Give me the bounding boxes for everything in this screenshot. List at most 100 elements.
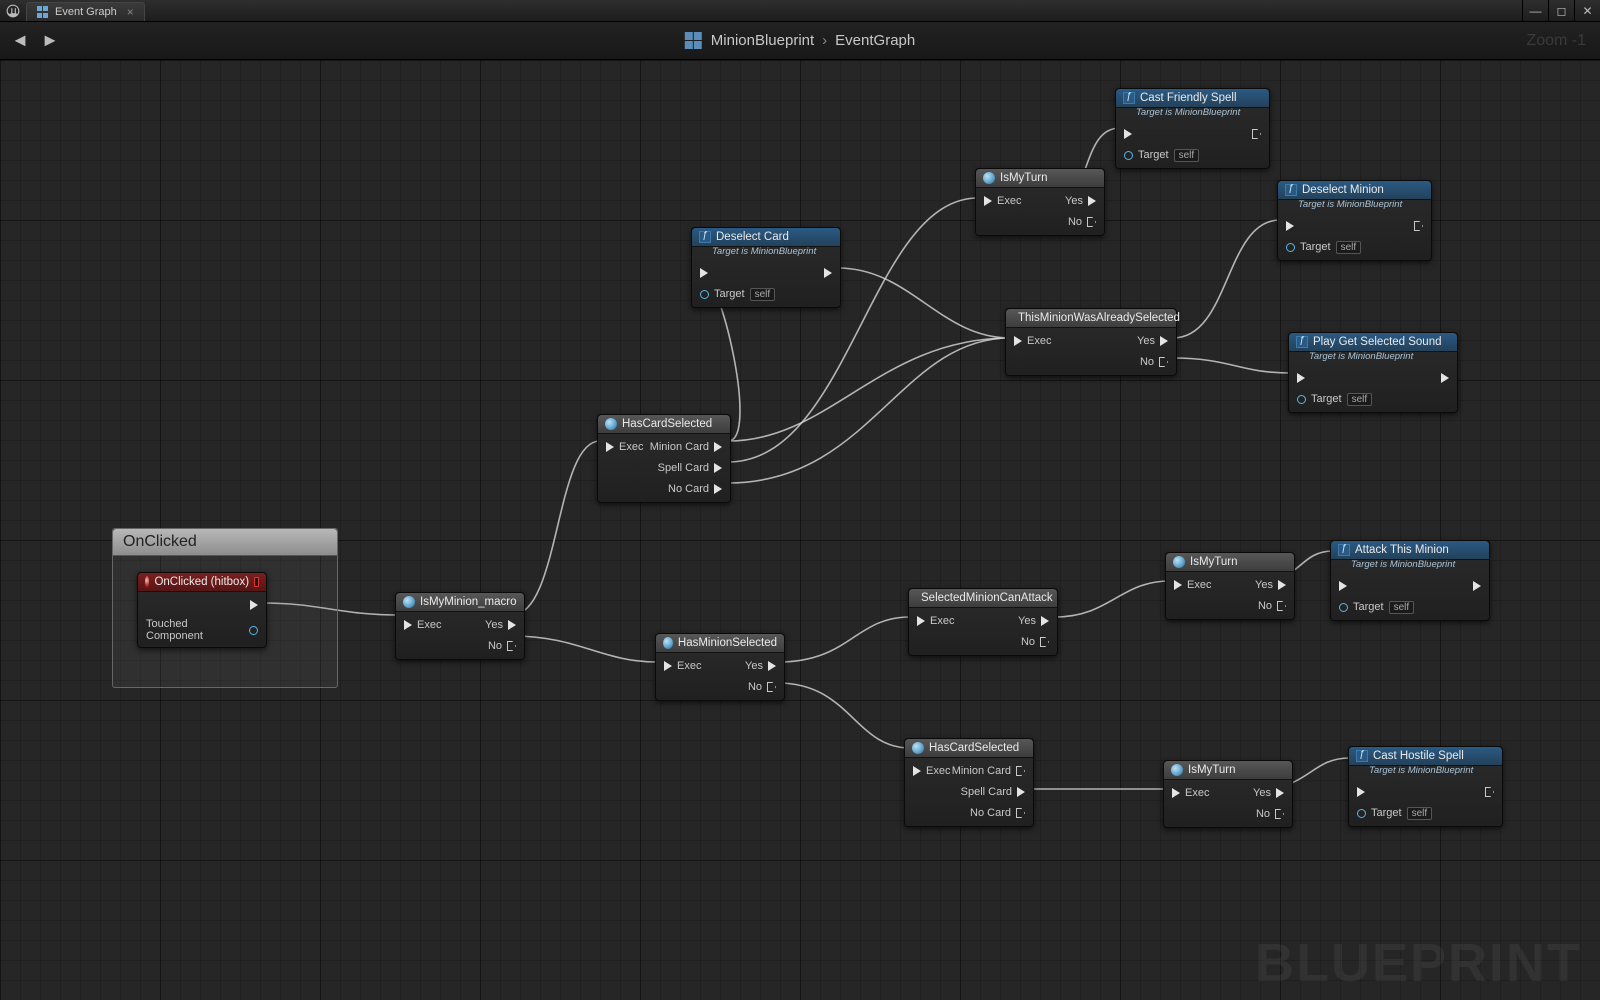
back-button[interactable]: ◄ [8,29,32,53]
window-buttons: — ◻ ✕ [1522,0,1600,21]
node-deselect-card[interactable]: Deselect Card Target is MinionBlueprint … [691,227,841,308]
close-icon[interactable]: × [127,5,134,19]
graph-icon [685,32,703,50]
exec-in-pin[interactable] [1357,787,1365,797]
function-icon [1296,336,1308,348]
node-selcanattack[interactable]: SelectedMinionCanAttack Exec Yes No [908,588,1058,656]
exec-out-pin[interactable] [1252,129,1261,139]
no-pin[interactable]: No [1140,356,1168,368]
delegate-pin[interactable] [254,577,259,587]
minimize-button[interactable]: — [1522,0,1548,21]
exec-in-pin[interactable] [1297,373,1305,383]
exec-out-pin[interactable] [824,268,832,278]
spellcard-pin[interactable]: Spell Card [658,462,722,474]
yes-pin[interactable]: Yes [485,619,516,631]
node-attack-this[interactable]: Attack This Minion Target is MinionBluep… [1330,540,1490,621]
breadcrumb: MinionBlueprint › EventGraph [685,32,915,50]
nocard-pin[interactable]: No Card [970,807,1025,819]
macro-icon [1171,764,1183,776]
exec-in-pin[interactable]: Exec [606,441,643,453]
node-onclicked[interactable]: OnClicked (hitbox) Touched Component [137,572,267,648]
exec-out-pin[interactable] [1485,787,1494,797]
chevron-icon: › [822,32,827,49]
nocard-pin[interactable]: No Card [668,483,722,495]
exec-out-pin[interactable] [1473,581,1481,591]
event-icon [145,576,149,588]
yes-pin[interactable]: Yes [745,660,776,672]
toolbar: ◄ ► MinionBlueprint › EventGraph Zoom -1 [0,22,1600,60]
target-pin[interactable]: Targetself [1339,601,1414,614]
yes-pin[interactable]: Yes [1253,787,1284,799]
node-title: OnClicked (hitbox) [138,573,266,592]
macro-icon [912,742,924,754]
breadcrumb-blueprint[interactable]: MinionBlueprint [711,32,814,49]
yes-pin[interactable]: Yes [1137,335,1168,347]
node-hasminionselected[interactable]: HasMinionSelected Exec Yes No [655,633,785,701]
exec-out-pin[interactable] [250,600,258,610]
function-icon [1338,544,1350,556]
function-icon [699,231,711,243]
node-ismyturn-1[interactable]: IsMyTurn Exec Yes No [975,168,1105,236]
touched-pin[interactable]: Touched Component [146,618,258,642]
watermark: BLUEPRINT [1255,932,1582,994]
no-pin[interactable]: No [748,681,776,693]
macro-icon [983,172,995,184]
macro-icon [605,418,617,430]
graph-canvas[interactable]: OnClicked OnClicked (hitbox) Touched Com… [0,60,1600,1000]
exec-in-pin[interactable]: Exec [404,619,441,631]
node-cast-friendly[interactable]: Cast Friendly Spell Target is MinionBlue… [1115,88,1270,169]
no-pin[interactable]: No [1068,216,1096,228]
ue-logo-icon [0,0,26,21]
node-ismyturn-3[interactable]: IsMyTurn Exec Yes No [1163,760,1293,828]
minioncard-pin[interactable]: Minion Card [952,765,1025,777]
exec-in-pin[interactable] [700,268,708,278]
node-this-already[interactable]: ThisMinionWasAlreadySelected Exec Yes No [1005,308,1177,376]
macro-icon [1173,556,1185,568]
yes-pin[interactable]: Yes [1065,195,1096,207]
node-deselect-minion[interactable]: Deselect Minion Target is MinionBlueprin… [1277,180,1432,261]
no-pin[interactable]: No [1256,808,1284,820]
close-button[interactable]: ✕ [1574,0,1600,21]
exec-in-pin[interactable]: Exec [913,765,950,777]
function-icon [1123,92,1135,104]
exec-in-pin[interactable]: Exec [1174,579,1211,591]
zoom-level: Zoom -1 [1526,32,1586,50]
node-ismyminion[interactable]: IsMyMinion_macro Exec Yes No [395,592,525,660]
function-icon [1285,184,1297,196]
yes-pin[interactable]: Yes [1018,615,1049,627]
exec-out-pin[interactable] [1414,221,1423,231]
target-pin[interactable]: Targetself [1297,393,1372,406]
target-pin[interactable]: Targetself [1357,807,1432,820]
forward-button[interactable]: ► [38,29,62,53]
breadcrumb-graph[interactable]: EventGraph [835,32,915,49]
graph-icon [37,6,49,18]
exec-in-pin[interactable]: Exec [664,660,701,672]
target-pin[interactable]: Targetself [1286,241,1361,254]
macro-icon [403,596,415,608]
node-ismyturn-2[interactable]: IsMyTurn Exec Yes No [1165,552,1295,620]
exec-in-pin[interactable] [1286,221,1294,231]
no-pin[interactable]: No [1021,636,1049,648]
exec-out-pin[interactable] [1441,373,1449,383]
node-play-sound[interactable]: Play Get Selected Sound Target is Minion… [1288,332,1458,413]
node-hascardselected-2[interactable]: HasCardSelected Exec Minion Card Spell C… [904,738,1034,827]
comment-title: OnClicked [113,529,337,556]
exec-in-pin[interactable]: Exec [917,615,954,627]
exec-in-pin[interactable]: Exec [984,195,1021,207]
spellcard-pin[interactable]: Spell Card [961,786,1025,798]
target-pin[interactable]: Targetself [1124,149,1199,162]
exec-in-pin[interactable]: Exec [1014,335,1051,347]
exec-in-pin[interactable] [1339,581,1347,591]
yes-pin[interactable]: Yes [1255,579,1286,591]
titlebar: Event Graph × — ◻ ✕ [0,0,1600,22]
maximize-button[interactable]: ◻ [1548,0,1574,21]
no-pin[interactable]: No [488,640,516,652]
tab-event-graph[interactable]: Event Graph × [26,2,145,21]
no-pin[interactable]: No [1258,600,1286,612]
node-hascardselected-1[interactable]: HasCardSelected Exec Minion Card Spell C… [597,414,731,503]
minioncard-pin[interactable]: Minion Card [650,441,722,453]
exec-in-pin[interactable]: Exec [1172,787,1209,799]
target-pin[interactable]: Targetself [700,288,775,301]
node-cast-hostile[interactable]: Cast Hostile Spell Target is MinionBluep… [1348,746,1503,827]
exec-in-pin[interactable] [1124,129,1132,139]
